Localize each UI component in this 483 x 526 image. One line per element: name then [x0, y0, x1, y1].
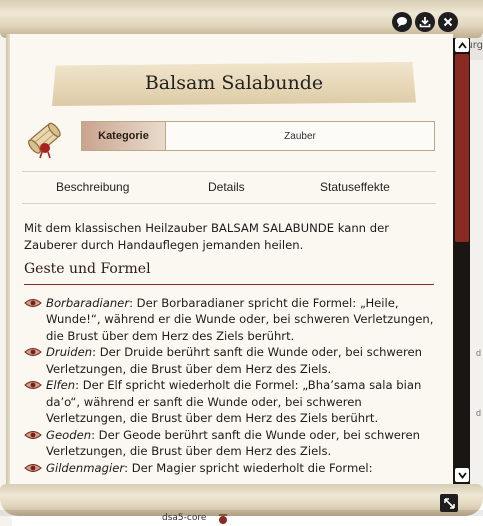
chevron-up-icon — [457, 41, 467, 49]
entry-name: Gildenmagier — [46, 460, 125, 475]
scroll-down-button[interactable] — [455, 468, 469, 482]
list-item: Druiden: Der Druide berührt sanft die Wu… — [24, 344, 434, 377]
roll-shadow — [0, 510, 483, 516]
category-value: Zauber — [284, 130, 316, 142]
list-item: Borbaradianer: Der Borbaradianer spricht… — [24, 295, 434, 345]
section-heading: Geste und Formel — [24, 261, 151, 277]
download-button[interactable] — [415, 12, 435, 32]
description-content: Mit dem klassischen Heilzauber BALSAM SA… — [24, 220, 434, 476]
download-icon — [419, 17, 431, 28]
eye-bullet-icon — [24, 348, 42, 356]
scroll-up-button[interactable] — [455, 38, 469, 52]
category-row: Kategorie Zauber — [81, 121, 435, 151]
entry-text: : Der Magier spricht wiederholt die Form… — [124, 460, 373, 475]
list-item: Elfen: Der Elf spricht wiederholt die Fo… — [24, 377, 434, 427]
entry-name: Elfen — [46, 378, 76, 392]
background-text: d — [475, 348, 481, 358]
entry-text: : Der Druide berührt sanft die Wunde ode… — [46, 345, 423, 376]
close-button[interactable] — [438, 12, 458, 32]
tab-description[interactable]: Beschreibung — [56, 180, 129, 194]
description-intro: Mit dem klassischen Heilzauber BALSAM SA… — [24, 221, 389, 252]
close-icon — [443, 17, 453, 27]
list-item: Gildenmagier: Der Magier spricht wiederh… — [24, 460, 434, 477]
heading-divider — [24, 283, 434, 285]
eye-bullet-icon — [24, 430, 42, 439]
tab-details[interactable]: Details — [208, 180, 245, 194]
spell-scroll-icon — [27, 122, 61, 159]
resize-button[interactable] — [440, 494, 458, 512]
entry-name: Borbaradianer — [46, 295, 130, 310]
tabs-divider-top — [22, 171, 436, 172]
tabs-divider-bottom — [22, 203, 436, 204]
entry-text: : Der Elf spricht wiederholt die Formel:… — [46, 378, 422, 425]
category-label: Kategorie — [82, 122, 166, 150]
page-title: Balsam Salabunde — [144, 72, 324, 94]
wax-seal-icon — [219, 514, 227, 524]
scrollbar-thumb[interactable] — [455, 54, 469, 242]
chevron-down-icon — [457, 471, 467, 479]
list-item: Geoden: Der Geode berührt sanft die Wund… — [24, 427, 434, 460]
module-label: dsa5-core — [162, 513, 207, 523]
background-text: d — [475, 408, 481, 418]
eye-bullet-icon — [24, 298, 42, 307]
entry-name: Druiden — [46, 345, 93, 359]
entry-name: Geoden — [46, 427, 92, 442]
eye-bullet-icon — [24, 463, 42, 472]
tab-status-effects[interactable]: Statuseffekte — [320, 180, 390, 194]
resize-icon — [443, 497, 455, 509]
chat-icon — [397, 17, 407, 27]
chat-button[interactable] — [392, 12, 412, 32]
eye-bullet-icon — [24, 381, 42, 389]
entry-text: : Der Geode berührt sanft die Wunde oder… — [46, 427, 420, 459]
